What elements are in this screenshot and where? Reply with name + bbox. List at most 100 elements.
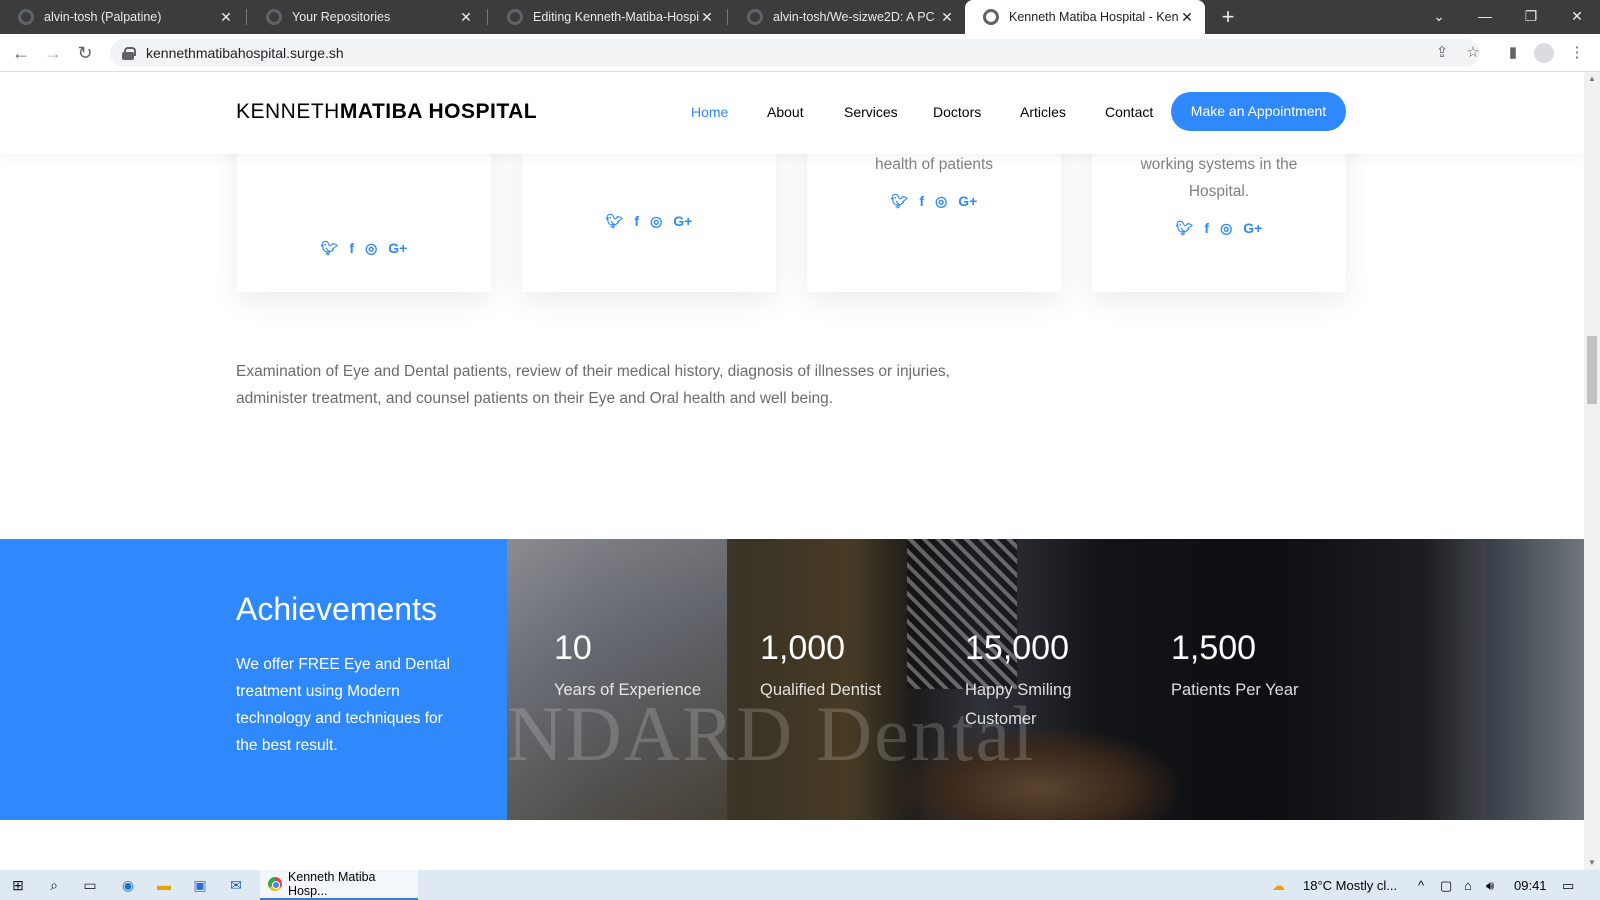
weather-icon[interactable]: ☁: [1272, 878, 1285, 894]
globe-icon: [983, 9, 999, 25]
stat-label: Happy Smiling Customer: [965, 681, 1072, 728]
stat-label: Years of Experience: [554, 681, 702, 699]
menu-kebab-icon[interactable]: ⋮: [1566, 42, 1588, 64]
nav-home[interactable]: Home: [691, 104, 728, 120]
stat-patients: 1,500 Patients Per Year: [1171, 629, 1321, 705]
stat-number: 1,500: [1171, 629, 1257, 667]
browser-tab-active[interactable]: Kenneth Matiba Hospital - Kenol ✕: [965, 0, 1205, 34]
new-tab-button[interactable]: +: [1215, 4, 1241, 30]
tab-title: alvin-tosh (Palpatine): [44, 10, 162, 24]
stat-experience: 10 Years of Experience: [554, 629, 704, 705]
facebook-icon[interactable]: f: [634, 213, 639, 230]
forward-icon[interactable]: →: [40, 40, 66, 66]
instagram-icon[interactable]: ◎: [935, 193, 947, 210]
stat-customers: 15,000 Happy Smiling Customer: [965, 629, 1085, 734]
restore-button[interactable]: ❐: [1508, 0, 1554, 34]
search-icon[interactable]: ⌕: [44, 875, 64, 895]
network-icon[interactable]: ⌂: [1464, 878, 1472, 893]
page-viewport: 🐦︎ f ◎ G+ 🐦︎ f ◎ G+ health of patients 🐦…: [0, 72, 1584, 870]
chrome-icon: [268, 877, 282, 891]
page-scrollbar[interactable]: ▲ ▼: [1584, 72, 1600, 870]
social-links: 🐦︎ f ◎ G+: [1092, 220, 1346, 237]
volume-icon[interactable]: 🔊︎: [1486, 878, 1494, 894]
twitter-icon[interactable]: 🐦︎: [321, 240, 339, 257]
taskbar-chrome-app[interactable]: Kenneth Matiba Hosp...: [260, 870, 418, 900]
mail-icon[interactable]: ✉: [226, 875, 246, 895]
card-text: health of patients: [874, 156, 994, 173]
nav-contact[interactable]: Contact: [1105, 104, 1153, 120]
nav-about[interactable]: About: [767, 104, 804, 120]
twitter-icon[interactable]: 🐦︎: [1176, 220, 1194, 237]
achievements-section: Achievements We offer FREE Eye and Denta…: [0, 539, 1584, 820]
stat-label: Qualified Dentist: [760, 681, 882, 699]
browser-tab[interactable]: Editing Kenneth-Matiba-Hospital ✕: [489, 0, 725, 34]
tab-title: Kenneth Matiba Hospital - Kenol: [1009, 10, 1179, 24]
card-text: working systems in the: [1140, 156, 1298, 173]
browser-toolbar: ← → ↻ kennethmatibahospital.surge.sh ⇪ ☆…: [0, 34, 1600, 72]
clock-time[interactable]: 09:41: [1514, 878, 1547, 893]
tab-title: Editing Kenneth-Matiba-Hospital: [533, 10, 699, 24]
close-icon[interactable]: ✕: [218, 9, 234, 26]
bookmark-star-icon[interactable]: ☆: [1462, 42, 1484, 64]
side-panel-icon[interactable]: ▮: [1502, 42, 1524, 64]
edge-icon[interactable]: ◉: [118, 875, 138, 895]
nav-doctors[interactable]: Doctors: [933, 104, 981, 120]
instagram-icon[interactable]: ◎: [650, 213, 662, 230]
scroll-up-icon[interactable]: ▲: [1587, 74, 1597, 83]
nav-services[interactable]: Services: [844, 104, 898, 120]
services-paragraph: Examination of Eye and Dental patients, …: [236, 363, 950, 407]
close-icon[interactable]: ✕: [699, 9, 715, 26]
browser-tab[interactable]: alvin-tosh (Palpatine) ✕: [0, 0, 244, 34]
close-window-button[interactable]: ✕: [1554, 0, 1600, 34]
tab-title: alvin-tosh/We-sizwe2D: A PC 2D: [773, 10, 939, 24]
share-icon[interactable]: ⇪: [1431, 42, 1453, 64]
facebook-icon[interactable]: f: [919, 193, 924, 210]
back-icon[interactable]: ←: [8, 40, 34, 66]
scrollbar-thumb[interactable]: [1587, 336, 1597, 404]
stat-number: 1,000: [760, 629, 846, 667]
url-text: kennethmatibahospital.surge.sh: [146, 45, 344, 61]
tab-separator: [246, 9, 247, 25]
google-plus-icon[interactable]: G+: [673, 213, 692, 230]
profile-avatar-icon[interactable]: [1534, 43, 1554, 63]
windows-start-icon[interactable]: ⊞: [8, 875, 28, 895]
site-logo[interactable]: KENNETHMATIBA HOSPITAL: [236, 100, 537, 124]
make-appointment-button[interactable]: Make an Appointment: [1171, 92, 1346, 131]
site-header: KENNETHMATIBA HOSPITAL Home About Servic…: [0, 72, 1584, 154]
instagram-icon[interactable]: ◎: [1220, 220, 1232, 237]
github-icon: [747, 9, 763, 25]
facebook-icon[interactable]: f: [349, 240, 354, 257]
notifications-icon[interactable]: ▭: [1562, 878, 1574, 894]
file-explorer-icon[interactable]: ▬: [154, 875, 174, 895]
github-icon: [18, 9, 34, 25]
reload-icon[interactable]: ↻: [72, 40, 98, 66]
stat-number: 15,000: [965, 629, 1069, 667]
browser-tab[interactable]: alvin-tosh/We-sizwe2D: A PC 2D ✕: [729, 0, 965, 34]
facebook-icon[interactable]: f: [1204, 220, 1209, 237]
close-icon[interactable]: ✕: [458, 9, 474, 26]
tab-search-icon[interactable]: ⌄: [1416, 0, 1462, 34]
stat-number: 10: [554, 629, 592, 667]
chevron-up-icon[interactable]: ^: [1418, 878, 1424, 893]
social-links: 🐦︎ f ◎ G+: [237, 240, 491, 257]
nav-articles[interactable]: Articles: [1020, 104, 1066, 120]
close-icon[interactable]: ✕: [1179, 9, 1195, 26]
address-bar[interactable]: kennethmatibahospital.surge.sh: [110, 39, 1480, 67]
meet-icon[interactable]: ▢: [1440, 878, 1452, 894]
store-icon[interactable]: ▣: [190, 875, 210, 895]
scroll-down-icon[interactable]: ▼: [1587, 858, 1597, 867]
twitter-icon[interactable]: 🐦︎: [606, 213, 624, 230]
github-icon: [507, 9, 523, 25]
close-icon[interactable]: ✕: [939, 9, 955, 26]
google-plus-icon[interactable]: G+: [958, 193, 977, 210]
lock-icon: [122, 47, 136, 60]
achievements-text: We offer FREE Eye and Dental treatment u…: [236, 656, 450, 754]
weather-text[interactable]: 18°C Mostly cl...: [1303, 878, 1397, 893]
google-plus-icon[interactable]: G+: [1243, 220, 1262, 237]
twitter-icon[interactable]: 🐦︎: [891, 193, 909, 210]
browser-tab[interactable]: Your Repositories ✕: [248, 0, 484, 34]
google-plus-icon[interactable]: G+: [388, 240, 407, 257]
task-view-icon[interactable]: ▭: [80, 875, 100, 895]
minimize-button[interactable]: —: [1462, 0, 1508, 34]
instagram-icon[interactable]: ◎: [365, 240, 377, 257]
